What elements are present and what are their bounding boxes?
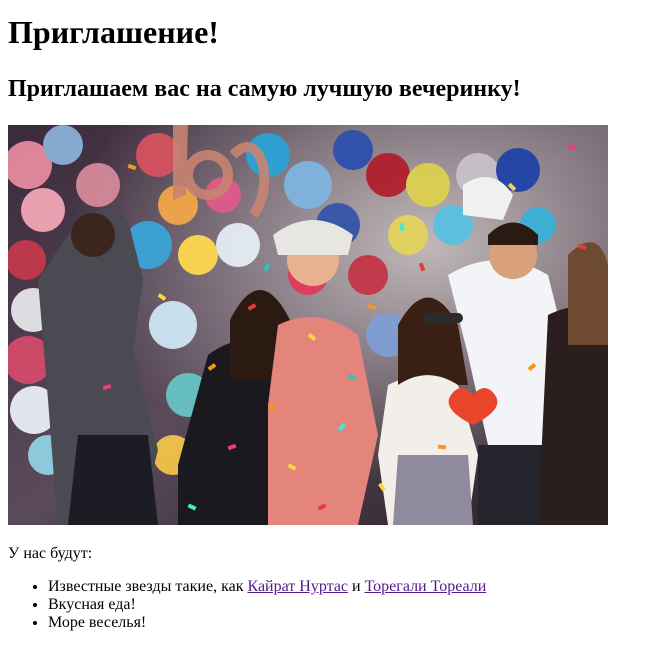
party-photo [8,125,608,525]
list-item-prefix: Известные звезды такие, как [48,578,248,595]
list-item-and: и [348,578,365,595]
page-subtitle: Приглашаем вас на самую лучшую вечеринку… [8,76,521,102]
features-list: Известные звезды такие, как Кайрат Нурта… [8,578,642,632]
list-item-stars: Известные звезды такие, как Кайрат Нурта… [48,578,642,596]
link-toregali-toreali[interactable]: Торегали Тореали [365,578,487,595]
intro-text: У нас будут: [8,545,93,562]
link-kairat-nurtas[interactable]: Кайрат Нуртас [247,578,348,595]
page-body: Приглашение! Приглашаем вас на самую луч… [0,0,650,632]
list-item-food: Вкусная еда! [48,596,642,614]
page-title: Приглашение! [8,14,219,50]
list-item-fun: Море веселья! [48,614,642,632]
